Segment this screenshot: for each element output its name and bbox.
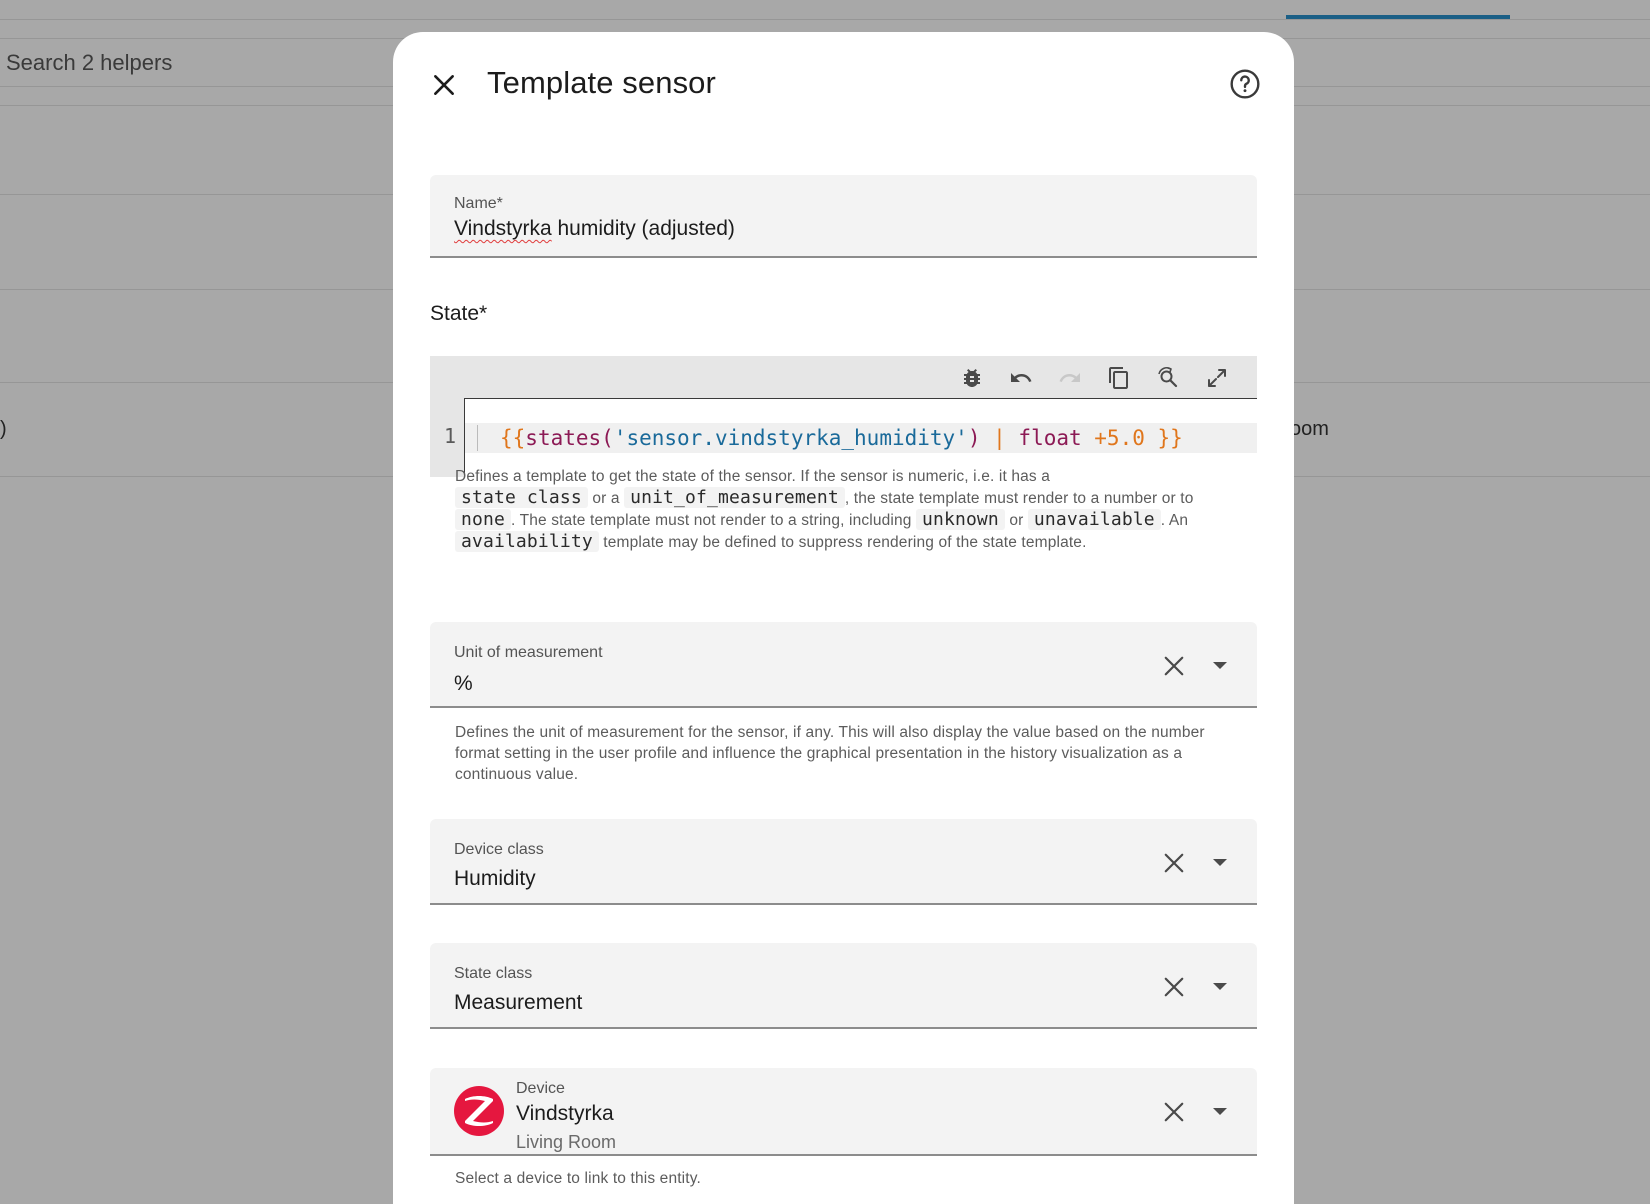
code-chip: unavailable xyxy=(1027,509,1161,530)
close-button[interactable] xyxy=(426,67,462,103)
helper-fragment: or xyxy=(1004,512,1028,529)
name-value-rest: humidity (adjusted) xyxy=(551,217,735,240)
chevron-down-icon xyxy=(1213,859,1227,866)
helper-fragment: , the state template must render to a nu… xyxy=(844,490,1194,507)
search-replace-button[interactable] xyxy=(1152,362,1184,394)
chevron-down-icon xyxy=(1213,983,1227,990)
undo-icon xyxy=(1011,373,1032,382)
name-field[interactable]: Name* Vindstyrka humidity (adjusted) xyxy=(430,175,1257,258)
close-icon xyxy=(434,75,454,95)
code-line: {{states('sensor.vindstyrka_humidity') |… xyxy=(477,425,1183,451)
code-chip: state class xyxy=(455,487,588,508)
state-class-dropdown-button[interactable] xyxy=(1205,972,1235,1002)
code-chip: none xyxy=(455,509,511,530)
search-replace-icon xyxy=(1158,367,1178,388)
copy-icon xyxy=(1109,367,1128,389)
zigbee-logo-icon xyxy=(453,1085,505,1137)
code-token: {{ xyxy=(500,426,526,450)
clear-state-class-button[interactable] xyxy=(1158,971,1190,1003)
unit-dropdown-button[interactable] xyxy=(1205,651,1235,681)
dialog-title: Template sensor xyxy=(487,65,716,100)
device-field-label: Device xyxy=(516,1080,565,1097)
code-token: }} xyxy=(1144,426,1183,450)
line-number: 1 xyxy=(444,424,457,448)
chevron-down-icon xyxy=(1213,1108,1227,1115)
unit-field-value[interactable]: % xyxy=(454,672,473,696)
name-field-label: Name* xyxy=(454,195,503,212)
search-helpers-input[interactable]: Search 2 helpers xyxy=(6,50,172,76)
unit-helper-text: Defines the unit of measurement for the … xyxy=(455,724,1205,783)
state-class-field[interactable]: State class Measurement xyxy=(430,943,1257,1029)
fullscreen-button[interactable] xyxy=(1201,362,1233,394)
clear-device-class-button[interactable] xyxy=(1158,847,1190,879)
close-icon xyxy=(1164,853,1184,873)
table-row-area-text: oom xyxy=(1290,418,1329,440)
help-circle-icon xyxy=(1230,69,1260,99)
device-class-value[interactable]: Humidity xyxy=(454,867,536,891)
device-dropdown-button[interactable] xyxy=(1205,1097,1235,1127)
helper-fragment: . The state template must not render to … xyxy=(510,512,916,529)
copy-button[interactable] xyxy=(1103,362,1135,394)
help-button[interactable] xyxy=(1227,66,1263,102)
code-token: float xyxy=(1018,426,1082,450)
state-class-label: State class xyxy=(454,965,533,982)
device-class-label: Device class xyxy=(454,841,544,858)
state-helper-text: Defines a template to get the state of t… xyxy=(455,466,1215,553)
divider xyxy=(0,19,1650,20)
state-class-value[interactable]: Measurement xyxy=(454,991,582,1015)
code-chip: unit_of_measurement xyxy=(624,487,845,508)
close-icon xyxy=(1164,1102,1184,1122)
state-label: State* xyxy=(430,302,488,325)
close-icon xyxy=(1164,977,1184,997)
helper-fragment: template may be defined to suppress rend… xyxy=(598,534,1087,551)
chevron-down-icon xyxy=(1213,662,1227,669)
device-class-dropdown-button[interactable] xyxy=(1205,848,1235,878)
debug-button[interactable] xyxy=(956,362,988,394)
device-helper-text: Select a device to link to this entity. xyxy=(455,1170,701,1187)
unit-of-measurement-field[interactable]: Unit of measurement % xyxy=(430,622,1257,708)
helper-fragment: Defines a template to get the state of t… xyxy=(455,468,1051,485)
name-field-value[interactable]: Vindstyrka humidity (adjusted) xyxy=(454,217,735,241)
table-row-text: ) xyxy=(0,418,7,440)
redo-icon xyxy=(1059,373,1080,382)
misspelled-word: Vindstyrka xyxy=(454,217,552,240)
bug-icon xyxy=(964,369,980,387)
device-area: Living Room xyxy=(516,1132,617,1152)
code-token: +5.0 xyxy=(1081,426,1145,450)
code-token: | xyxy=(980,426,1019,450)
unit-field-label: Unit of measurement xyxy=(454,644,603,661)
editor-toolbar xyxy=(430,356,1257,398)
device-field-value[interactable]: Vindstyrka xyxy=(516,1102,614,1126)
undo-button[interactable] xyxy=(1005,362,1037,394)
fullscreen-icon xyxy=(1208,369,1226,387)
helper-fragment: or a xyxy=(587,490,625,507)
device-field[interactable]: Device Vindstyrka Living Room xyxy=(430,1068,1257,1156)
close-icon xyxy=(1164,656,1184,676)
clear-unit-button[interactable] xyxy=(1158,650,1190,682)
code-chip: availability xyxy=(455,531,599,552)
template-sensor-dialog: Template sensor Name* Vindstyrka humidit… xyxy=(393,32,1294,1204)
code-chip: unknown xyxy=(916,509,1005,530)
helper-fragment: . An xyxy=(1160,512,1189,529)
device-class-field[interactable]: Device class Humidity xyxy=(430,819,1257,905)
state-template-editor: 1 {{states('sensor.vindstyrka_humidity')… xyxy=(430,356,1257,477)
code-token: states( xyxy=(525,426,614,450)
code-token: ) xyxy=(967,426,981,450)
redo-button[interactable] xyxy=(1054,362,1086,394)
clear-device-button[interactable] xyxy=(1158,1096,1190,1128)
code-token: 'sensor.vindstyrka_humidity' xyxy=(613,426,968,450)
